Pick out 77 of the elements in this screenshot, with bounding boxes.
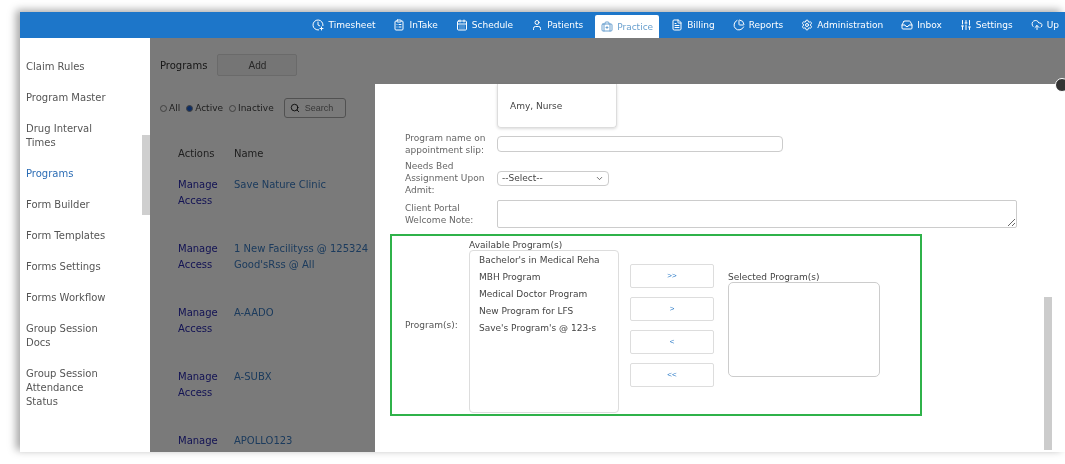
sidebar-item[interactable]: Group Session Attendance Status [26, 367, 114, 409]
search-icon [289, 103, 300, 113]
add-button[interactable]: Add [217, 54, 298, 76]
program-name[interactable]: A-SUBX [234, 369, 374, 433]
program-name[interactable]: Save Nature Clinic [234, 177, 374, 241]
search-field[interactable]: Search [283, 98, 346, 118]
scrollbar-thumb[interactable] [142, 135, 150, 215]
field-label: Needs Bed Assignment Upon Admit: [405, 160, 486, 196]
list-option[interactable]: Bachelor's in Medical Reha [479, 255, 618, 265]
nav-tab[interactable]: Billing [665, 13, 721, 36]
note-textarea[interactable] [497, 200, 1017, 228]
medical-case-icon [601, 20, 614, 33]
clipboard-icon [393, 18, 406, 31]
selected-list[interactable] [728, 282, 880, 377]
radio-label: Active [195, 103, 223, 113]
nav-tab[interactable]: Settings [953, 13, 1019, 36]
sidebar-item[interactable]: Forms Workflow [26, 291, 114, 305]
move-button[interactable]: >> [630, 263, 714, 288]
nav-tab[interactable]: Patients [525, 13, 590, 36]
nav-tab[interactable]: Inbox [895, 13, 948, 36]
select-dropdown[interactable]: --Select-- [497, 170, 609, 186]
nav-tab[interactable]: Schedule [449, 13, 520, 36]
list-option[interactable]: New Program for LFS [479, 306, 618, 316]
list-label: Selected Program(s) [728, 272, 821, 282]
radio-button[interactable] [160, 104, 167, 112]
sidebar-item[interactable]: Form Templates [26, 229, 114, 243]
pie-chart-icon [732, 18, 745, 31]
sidebar-item[interactable]: Form Builder [26, 198, 114, 212]
page-title: Programs [160, 59, 208, 71]
input-field[interactable] [497, 136, 783, 152]
move-button[interactable]: < [630, 329, 714, 354]
nav-tab[interactable]: InTake [387, 13, 444, 36]
user-icon [531, 18, 544, 31]
settings-icon [801, 18, 814, 31]
clock-plus-icon [312, 18, 325, 31]
document-icon [671, 18, 684, 31]
column-header: Name [234, 147, 265, 161]
cloud-upload-icon [1030, 18, 1043, 31]
staff-entry: Amy, Nurse [497, 84, 617, 128]
move-button[interactable]: << [630, 362, 714, 387]
program-name[interactable]: A-AADO [234, 305, 374, 369]
sidebar-item[interactable]: Forms Settings [26, 260, 114, 274]
radio-label: Inactive [238, 103, 274, 113]
move-button[interactable]: > [630, 296, 714, 321]
radio-button[interactable] [229, 104, 236, 112]
field-label: Client Portal Welcome Note: [405, 202, 475, 226]
nav-tab[interactable]: Up [1024, 13, 1065, 36]
sidebar-item[interactable]: Drug Interval Times [26, 122, 114, 150]
sidebar-item[interactable]: Program Master [26, 91, 114, 105]
radio-label: All [169, 103, 181, 113]
nav-tab[interactable]: Timesheet [306, 13, 382, 36]
calendar-icon [455, 18, 468, 31]
manage-access-link[interactable]: Manage Access [178, 305, 218, 369]
manage-access-link[interactable]: Manage Access [178, 369, 218, 433]
list-label: Available Program(s) [469, 240, 564, 250]
sidebar-item[interactable]: Group Session Docs [26, 322, 114, 350]
program-name[interactable]: 1 New Facilityss @ 125324 Good'sRss @ All [234, 241, 374, 305]
sliders-icon [959, 18, 972, 31]
field-label: Program name on appointment slip: [405, 132, 487, 156]
program-name[interactable]: APOLLO123 [234, 433, 374, 452]
field-label: Program(s): [405, 320, 459, 330]
list-option[interactable]: Medical Doctor Program [479, 289, 618, 299]
manage-access-link[interactable]: Manage Access [178, 241, 218, 305]
available-list[interactable]: Bachelor's in Medical Reha MBH Program Medical Doctor Program New Program for LFS Save's Program's @ 123-s [469, 250, 619, 413]
list-option[interactable]: MBH Program [479, 272, 618, 282]
sidebar-item[interactable]: Claim Rules [26, 60, 114, 74]
radio-button[interactable] [186, 104, 194, 112]
inbox-icon [901, 18, 914, 31]
manage-access-link[interactable]: Manage Access [178, 177, 218, 241]
sidebar-item[interactable]: Programs [26, 167, 114, 181]
nav-tab[interactable]: Practice [595, 15, 660, 38]
scrollbar-thumb[interactable] [1044, 297, 1052, 450]
list-option[interactable]: Save's Program's @ 123-s [479, 323, 618, 333]
column-header: Actions [178, 147, 216, 161]
nav-tab[interactable]: Reports [726, 13, 790, 36]
nav-tab[interactable]: Administration [795, 13, 890, 36]
manage-access-link[interactable]: Manage [178, 433, 218, 452]
